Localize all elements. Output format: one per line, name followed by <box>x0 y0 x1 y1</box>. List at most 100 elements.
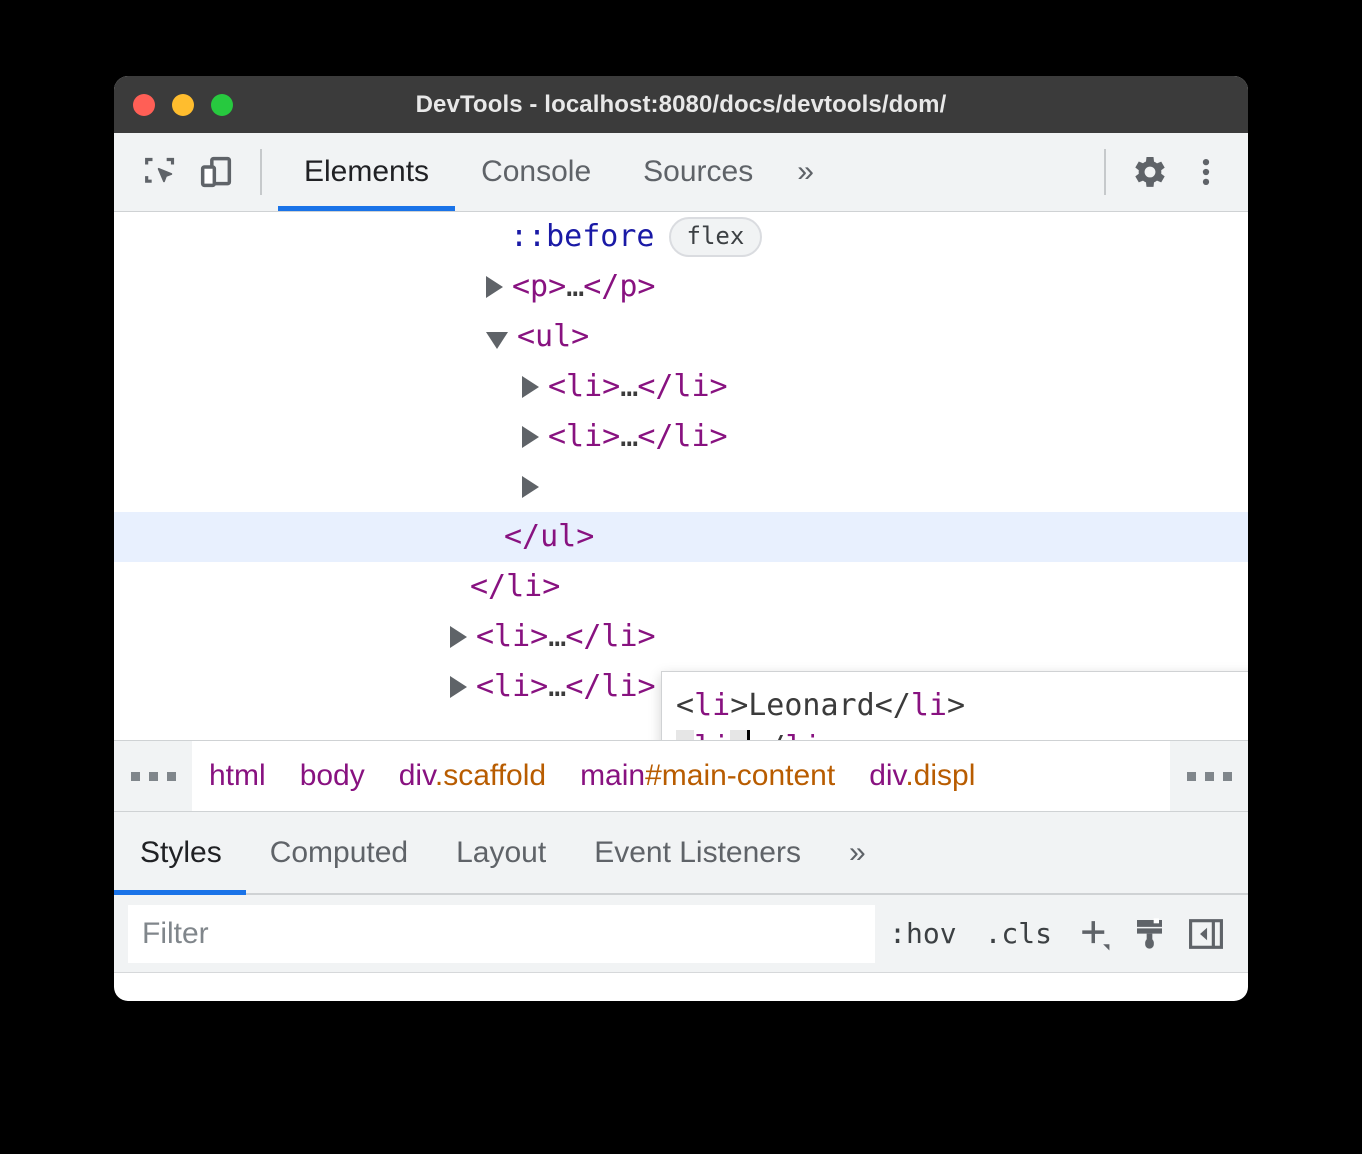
more-tabs-icon[interactable]: » <box>779 133 832 211</box>
editor-line-2: <li></li> <box>676 727 1248 740</box>
breadcrumb-overflow-left-icon[interactable] <box>114 741 192 811</box>
styles-more-tabs-icon[interactable]: » <box>825 812 890 893</box>
tag-open: <li> <box>476 612 548 662</box>
ellipsis-icon <box>131 772 176 781</box>
tab-elements[interactable]: Elements <box>278 133 455 211</box>
flex-badge[interactable]: flex <box>669 217 763 257</box>
collapsed-ellipsis: … <box>620 412 637 462</box>
expand-triangle-icon[interactable] <box>522 476 539 498</box>
maximize-window-button[interactable] <box>211 94 233 116</box>
breadcrumb: html body div.scaffold main#main-content… <box>114 740 1248 812</box>
expand-triangle-icon[interactable] <box>522 426 539 448</box>
collapsed-ellipsis: … <box>620 362 637 412</box>
dom-row-li-3-editing[interactable] <box>114 462 1248 512</box>
breadcrumb-tag: main <box>580 759 645 792</box>
collapsed-ellipsis: … <box>566 262 583 312</box>
tag-open: <li> <box>548 412 620 462</box>
plus-icon[interactable] <box>1066 906 1122 962</box>
close-gt-bracket: > <box>822 730 840 740</box>
tag-name-close: li <box>911 688 947 723</box>
dom-row-li-close[interactable]: </li> <box>114 562 1248 612</box>
tag-close: </li> <box>565 612 655 662</box>
tag-name-close: li <box>785 730 821 740</box>
breadcrumb-item-main-content[interactable]: main#main-content <box>563 759 852 793</box>
tag-close: </ul> <box>504 512 594 562</box>
devtools-toolbar: Elements Console Sources » <box>114 133 1248 212</box>
more-vertical-icon[interactable] <box>1178 144 1234 200</box>
tag-close: </p> <box>583 262 655 312</box>
expand-triangle-icon[interactable] <box>450 626 467 648</box>
tab-computed[interactable]: Computed <box>246 812 432 893</box>
gear-icon[interactable] <box>1122 144 1178 200</box>
cls-toggle-button[interactable]: .cls <box>971 917 1066 950</box>
window-traffic-lights <box>133 94 233 116</box>
expand-triangle-icon[interactable] <box>522 376 539 398</box>
dom-tree-panel[interactable]: ::before flex <p>…</p> <ul> <li>…</li> <… <box>114 212 1248 740</box>
dom-row-p[interactable]: <p>…</p> <box>114 262 1248 312</box>
tag-close: </li> <box>470 562 560 612</box>
tag-open: <ul> <box>517 312 589 362</box>
dom-row-li-2[interactable]: <li>…</li> <box>114 412 1248 462</box>
inspect-element-icon[interactable] <box>132 144 188 200</box>
toggle-sidebar-icon[interactable] <box>1178 906 1234 962</box>
breadcrumb-tag: body <box>300 759 365 792</box>
toolbar-divider-right <box>1104 149 1106 195</box>
tag-open: <li> <box>476 662 548 712</box>
close-lt-bracket: </ <box>875 688 911 723</box>
collapse-triangle-icon[interactable] <box>486 332 508 349</box>
window-title: DevTools - localhost:8080/docs/devtools/… <box>114 91 1248 119</box>
gt-bracket-matched: > <box>730 730 748 740</box>
tab-sources[interactable]: Sources <box>617 133 779 211</box>
text-node: Leonard <box>748 688 874 723</box>
tag-close: </li> <box>637 362 727 412</box>
dom-row-ul-close[interactable]: </ul> <box>114 512 1248 562</box>
breadcrumb-overflow-right-icon[interactable] <box>1170 741 1248 811</box>
tab-layout[interactable]: Layout <box>432 812 570 893</box>
tab-styles[interactable]: Styles <box>114 812 246 893</box>
breadcrumb-item-div-displ[interactable]: div.displ <box>852 759 992 793</box>
hov-toggle-button[interactable]: :hov <box>875 917 970 950</box>
dom-row-li-4[interactable]: <li>…</li> <box>114 612 1248 662</box>
tag-name-open: li <box>694 730 730 740</box>
minimize-window-button[interactable] <box>172 94 194 116</box>
devtools-window: DevTools - localhost:8080/docs/devtools/… <box>114 76 1248 1001</box>
expand-triangle-icon[interactable] <box>486 276 503 298</box>
tab-event-listeners[interactable]: Event Listeners <box>570 812 825 893</box>
paintbrush-icon[interactable] <box>1122 906 1178 962</box>
breadcrumb-item-div-scaffold[interactable]: div.scaffold <box>382 759 563 793</box>
breadcrumb-item-body[interactable]: body <box>283 759 382 793</box>
device-toolbar-icon[interactable] <box>188 144 244 200</box>
collapsed-ellipsis: … <box>548 612 565 662</box>
tab-console[interactable]: Console <box>455 133 617 211</box>
collapsed-ellipsis: … <box>548 662 565 712</box>
breadcrumb-item-html[interactable]: html <box>192 759 283 793</box>
expand-triangle-icon[interactable] <box>450 676 467 698</box>
tag-open: <li> <box>548 362 620 412</box>
toolbar-right-group <box>1088 144 1248 200</box>
dom-row-ul[interactable]: <ul> <box>114 312 1248 362</box>
panel-tabs: Elements Console Sources » <box>278 133 832 211</box>
editor-line-1: <li>Leonard</li> <box>676 685 1248 727</box>
window-titlebar: DevTools - localhost:8080/docs/devtools/… <box>114 76 1248 133</box>
styles-filter-bar: :hov .cls <box>114 895 1248 973</box>
lt-bracket-matched: < <box>676 730 694 740</box>
filter-input[interactable] <box>128 905 875 963</box>
breadcrumb-suffix: .scaffold <box>435 759 546 792</box>
close-gt-bracket: > <box>947 688 965 723</box>
screenshot-stage: DevTools - localhost:8080/docs/devtools/… <box>0 0 1362 1154</box>
breadcrumb-suffix: .displ <box>905 759 975 792</box>
tag-name-open: li <box>694 688 730 723</box>
breadcrumb-tag: html <box>209 759 266 792</box>
lt-bracket: < <box>676 688 694 723</box>
close-window-button[interactable] <box>133 94 155 116</box>
gt-bracket: > <box>730 688 748 723</box>
pseudo-element-label: ::before <box>510 212 655 262</box>
dom-row-before[interactable]: ::before flex <box>114 212 1248 262</box>
dom-row-li-1[interactable]: <li>…</li> <box>114 362 1248 412</box>
breadcrumb-suffix: #main-content <box>645 759 835 792</box>
styles-pane-tabs: Styles Computed Layout Event Listeners » <box>114 812 1248 895</box>
tag-open: <p> <box>512 262 566 312</box>
inline-html-editor[interactable]: <li>Leonard</li> <li></li> <box>661 671 1248 740</box>
toolbar-divider <box>260 149 262 195</box>
breadcrumb-tag: div <box>399 759 435 792</box>
